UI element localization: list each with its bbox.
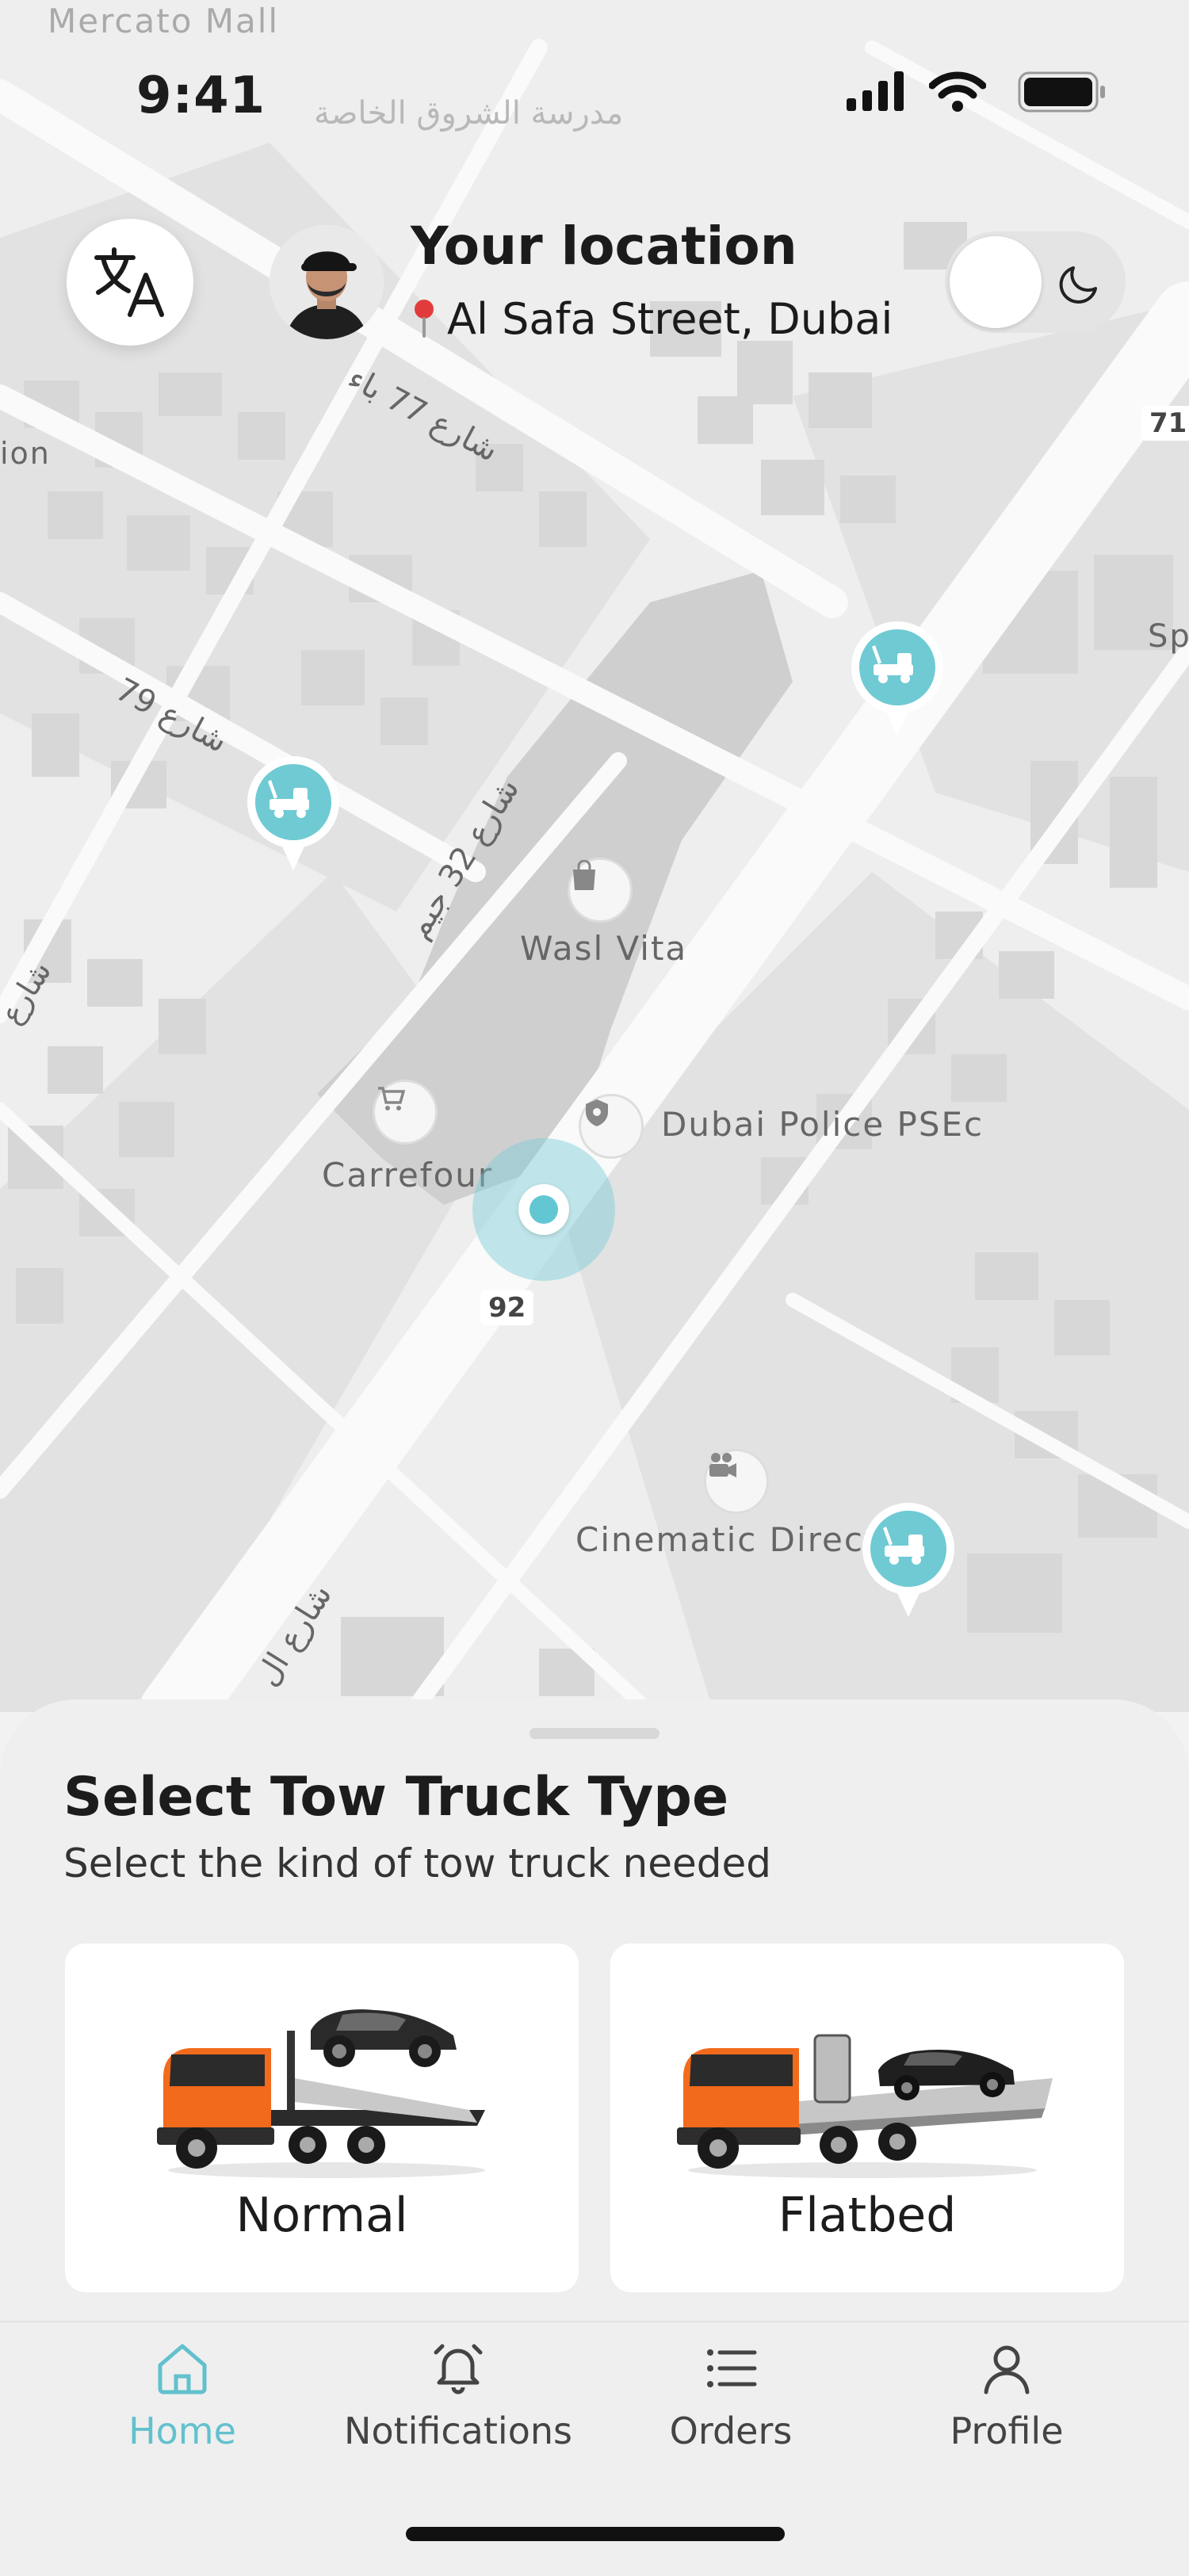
tow-truck-pin[interactable] [244,753,342,872]
tow-option-label: Normal [235,2188,408,2243]
road-badge-92: 92 [480,1290,534,1325]
shopping-bag-icon[interactable] [568,858,633,923]
tab-label: Profile [950,2410,1064,2452]
tow-truck-pin[interactable] [848,618,946,737]
map-label-police: Dubai Police PSEc [661,1105,984,1144]
map-label-sp: Sp [1148,618,1189,655]
sheet-subtitle: Select the kind of tow truck needed [63,1840,771,1886]
sheet-title: Select Tow Truck Type [63,1766,729,1829]
status-time: 9:41 [136,67,266,125]
header: Your location Al Safa Street, Dubai [0,214,1189,357]
wifi-icon [929,71,986,112]
sheet-handle[interactable] [530,1728,659,1739]
tab-home[interactable]: Home [63,2338,301,2452]
tab-label: Orders [669,2410,793,2452]
tab-orders[interactable]: Orders [612,2338,850,2452]
bell-icon [434,2344,483,2394]
tab-notifications[interactable]: Notifications [339,2338,577,2452]
location-pin-icon [415,300,434,338]
home-icon [158,2344,207,2394]
tow-truck-pin[interactable] [859,1500,958,1619]
normal-tow-truck-image [157,2009,485,2178]
police-shield-icon[interactable] [579,1094,644,1159]
tab-label: Notifications [344,2410,572,2452]
user-icon [984,2345,1030,2394]
tab-label: Home [128,2410,236,2452]
current-location-marker [472,1138,615,1281]
status-bar: 9:41 [0,0,1189,190]
flatbed-tow-truck-image [677,2034,1053,2178]
camera-icon[interactable] [704,1449,769,1514]
location-address: Al Safa Street, Dubai [447,293,893,344]
map-label-wasl-vita: Wasl Vita [520,929,688,968]
map-label-cinematic: Cinematic Direct [575,1520,879,1559]
battery-icon [1018,71,1105,113]
tab-profile[interactable]: Profile [888,2338,1126,2452]
tow-option-normal[interactable]: Normal [65,1943,579,2292]
dark-mode-toggle[interactable] [945,231,1126,333]
translate-icon [94,247,164,317]
home-indicator[interactable] [406,2527,785,2541]
list-icon [707,2349,757,2387]
road-badge-71: 71 [1141,406,1189,441]
location-title: Your location [411,216,797,277]
cart-icon[interactable] [373,1080,438,1145]
signal-icon [847,71,904,111]
map-label-ion: ion [0,436,51,471]
avatar[interactable] [270,225,384,339]
map-label-carrefour: Carrefour [322,1156,494,1194]
tow-option-label: Flatbed [778,2188,957,2243]
tow-option-flatbed[interactable]: Flatbed [610,1943,1124,2292]
location-address-row[interactable]: Al Safa Street, Dubai [412,287,893,350]
moon-icon [1059,266,1097,304]
language-button[interactable] [67,219,193,346]
